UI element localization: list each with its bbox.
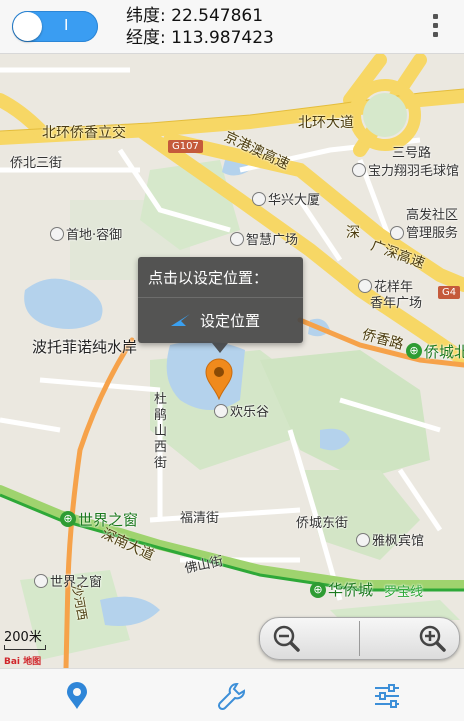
poi-icon [50,227,64,241]
map-label-qiaocheng-north: 侨城北 [424,343,464,361]
poi-icon [252,192,266,206]
baidu-logo: Bai 地图 [4,657,42,667]
map-label-guanli: 管理服务 [406,226,459,241]
map-label-yafeng: 雅枫宾馆 [372,534,425,549]
map-label-huaxing: 华兴大厦 [268,193,321,208]
wrench-icon [217,683,245,711]
poi-icon [390,226,404,240]
map-label-shen: 深 [346,225,360,241]
poi-icon [356,533,370,547]
map-label-gaofa: 高发社区 [406,208,459,223]
map-label-zhihui: 智慧广场 [246,233,299,248]
map-label-qiaocheng-east: 侨城东街 [296,516,349,531]
tab-settings[interactable] [310,669,464,721]
set-location-label: 设定位置 [200,312,261,330]
poi-icon [230,232,244,246]
map-scale-label: 200米 [4,630,42,645]
map-label-huanlegu: 欢乐谷 [230,405,270,420]
zoom-out-button[interactable] [260,618,359,659]
map-label-sanhaolu: 三号路 [392,146,432,161]
tab-tools[interactable] [155,669,309,721]
metro-icon: ⊕ [406,343,422,359]
zoom-in-icon [419,625,446,652]
location-toggle[interactable]: I [12,11,98,42]
location-pin-icon [67,682,87,709]
map-label-botofei: 波托菲诺纯水岸 [32,338,138,356]
zoom-in-button[interactable] [360,618,459,659]
map-label-baoli: 宝力翔羽毛球馆 [368,164,460,179]
toggle-state-label: I [64,16,69,34]
metro-icon: ⊕ [60,511,76,527]
set-location-popup[interactable]: 点击以设定位置： 设定位置 [138,257,303,353]
zoom-controls [259,617,460,660]
top-bar: I 纬度: 22.547861 经度: 113.987423 [0,0,464,54]
poi-icon [352,163,366,177]
map-pin-icon[interactable] [204,358,234,400]
popup-title: 点击以设定位置： [148,269,269,287]
latitude-label: 纬度: 22.547861 [126,6,264,26]
toggle-knob[interactable] [13,12,42,41]
bottom-nav [0,668,464,721]
map-label-beihuan-interchange: 北环侨香立交 [42,125,126,141]
map-label-huaqiaocheng: 华侨城 [328,581,374,599]
tab-location[interactable] [0,669,154,721]
map-label-shoudi: 首地·容御 [66,228,123,243]
map-label-xiangnian: 香年广场 [370,296,423,311]
set-location-button[interactable]: 设定位置 [138,298,303,343]
overflow-menu-icon[interactable] [424,12,446,42]
map-scale: 200米 [4,626,46,650]
map-scale-bar [4,645,46,650]
map-label-fuqing: 福清街 [180,511,220,526]
location-arrow-icon [171,314,190,326]
coordinates-readout: 纬度: 22.547861 经度: 113.987423 [126,5,274,49]
map-label-beihuan-road: 北环大道 [298,115,354,131]
longitude-label: 经度: 113.987423 [126,28,274,48]
map-label-g4: G4 [438,286,461,299]
map-label-luobao: 罗宝线 [384,585,424,600]
popup-tail [212,343,228,353]
map-label-qiaobei-3: 侨北三街 [10,156,63,171]
map-label-dupeng: 街 [154,456,168,471]
map-label-g107: G107 [168,140,203,153]
zoom-out-icon [273,625,300,652]
poi-icon [214,404,228,418]
poi-icon [358,279,372,293]
poi-icon [34,574,48,588]
sliders-icon [375,684,399,708]
metro-icon: ⊕ [310,582,326,598]
